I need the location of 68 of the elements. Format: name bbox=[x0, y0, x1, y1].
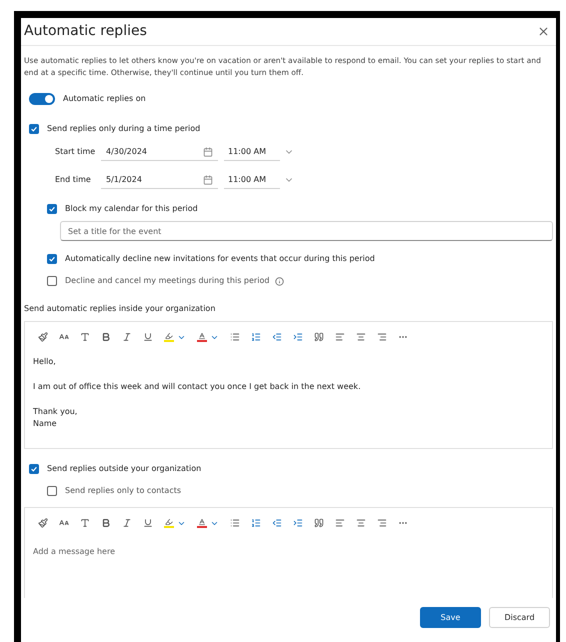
bullet-list-icon[interactable] bbox=[230, 518, 240, 528]
calendar-icon[interactable] bbox=[203, 174, 213, 184]
time-field[interactable]: 11:00 AM bbox=[224, 143, 280, 161]
info-icon[interactable] bbox=[275, 276, 284, 286]
checkbox-label: Decline and cancel my meetings during this period bbox=[65, 275, 270, 287]
checkbox[interactable] bbox=[47, 204, 57, 214]
highlighter-icon[interactable] bbox=[164, 518, 174, 528]
underline-icon[interactable] bbox=[143, 332, 153, 342]
message-line: Thank you, bbox=[33, 406, 78, 418]
align-center-icon[interactable] bbox=[356, 518, 366, 528]
align-right-icon[interactable] bbox=[377, 518, 387, 528]
calendar-icon[interactable] bbox=[203, 146, 213, 156]
italic-icon[interactable] bbox=[122, 332, 132, 342]
bold-icon[interactable] bbox=[101, 518, 111, 528]
checkbox-label: Send replies only to contacts bbox=[65, 485, 182, 497]
bullet-list-icon[interactable] bbox=[230, 332, 240, 342]
italic-icon[interactable] bbox=[122, 518, 132, 528]
checkbox[interactable] bbox=[29, 464, 39, 474]
toggle-label: Automatic replies on bbox=[63, 93, 146, 105]
message-line: Name bbox=[33, 418, 58, 430]
message-line: I am out of office this week and will contact you once I get back in the next week. bbox=[33, 381, 362, 393]
font-size-icon[interactable] bbox=[59, 518, 69, 528]
text-style-icon[interactable] bbox=[80, 518, 90, 528]
quote-icon[interactable] bbox=[314, 332, 324, 342]
message-editor[interactable]: Hello, I am out of office this week and will contact you once I get back in the next week. Thank you, Name bbox=[24, 321, 553, 449]
font-size-icon[interactable] bbox=[59, 332, 69, 342]
checkbox-label: Block my calendar for this period bbox=[65, 203, 198, 215]
align-center-icon[interactable] bbox=[356, 332, 366, 342]
discard-button[interactable]: Discard bbox=[489, 607, 550, 628]
font-color-icon[interactable] bbox=[197, 518, 207, 528]
checkbox-label: Send replies only during a time period bbox=[47, 123, 200, 135]
outdent-icon[interactable] bbox=[272, 332, 282, 342]
numbered-list-icon[interactable] bbox=[251, 332, 261, 342]
time-field[interactable]: 11:00 AM bbox=[224, 171, 280, 189]
text-style-icon[interactable] bbox=[80, 332, 90, 342]
underline-icon[interactable] bbox=[143, 518, 153, 528]
time-label: Start time bbox=[55, 146, 96, 158]
outdent-icon[interactable] bbox=[272, 518, 282, 528]
date-field[interactable]: 4/30/2024 bbox=[101, 143, 218, 161]
indent-icon[interactable] bbox=[293, 518, 303, 528]
event-title-field[interactable]: Set a title for the event bbox=[60, 221, 553, 241]
numbered-list-icon[interactable] bbox=[251, 518, 261, 528]
highlighter-icon[interactable] bbox=[164, 332, 174, 342]
toggle-switch[interactable] bbox=[29, 93, 55, 105]
checkbox[interactable] bbox=[47, 254, 57, 264]
message-line: Hello, bbox=[33, 356, 57, 368]
dialog-title: Automatic replies bbox=[24, 22, 147, 41]
indent-icon[interactable] bbox=[293, 332, 303, 342]
quote-icon[interactable] bbox=[314, 518, 324, 528]
save-button[interactable]: Save bbox=[420, 607, 481, 628]
close-icon[interactable] bbox=[537, 25, 550, 38]
checkbox-label: Send replies outside your organization bbox=[47, 463, 202, 475]
time-label: End time bbox=[55, 174, 92, 186]
format-painter-icon[interactable] bbox=[38, 518, 48, 528]
date-field[interactable]: 5/1/2024 bbox=[101, 171, 218, 189]
align-left-icon[interactable] bbox=[335, 518, 345, 528]
align-left-icon[interactable] bbox=[335, 332, 345, 342]
checkbox[interactable] bbox=[29, 124, 39, 134]
checkbox[interactable] bbox=[47, 486, 57, 496]
font-color-icon[interactable] bbox=[197, 332, 207, 342]
bold-icon[interactable] bbox=[101, 332, 111, 342]
format-painter-icon[interactable] bbox=[38, 332, 48, 342]
checkbox-label: Automatically decline new invitations for events that occur during this period bbox=[65, 253, 375, 265]
checkbox[interactable] bbox=[47, 276, 57, 286]
message-placeholder: Add a message here bbox=[32, 546, 116, 558]
message-editor[interactable]: Add a message here bbox=[24, 507, 553, 598]
section-heading: Send automatic replies inside your organization bbox=[23, 303, 216, 315]
align-right-icon[interactable] bbox=[377, 332, 387, 342]
